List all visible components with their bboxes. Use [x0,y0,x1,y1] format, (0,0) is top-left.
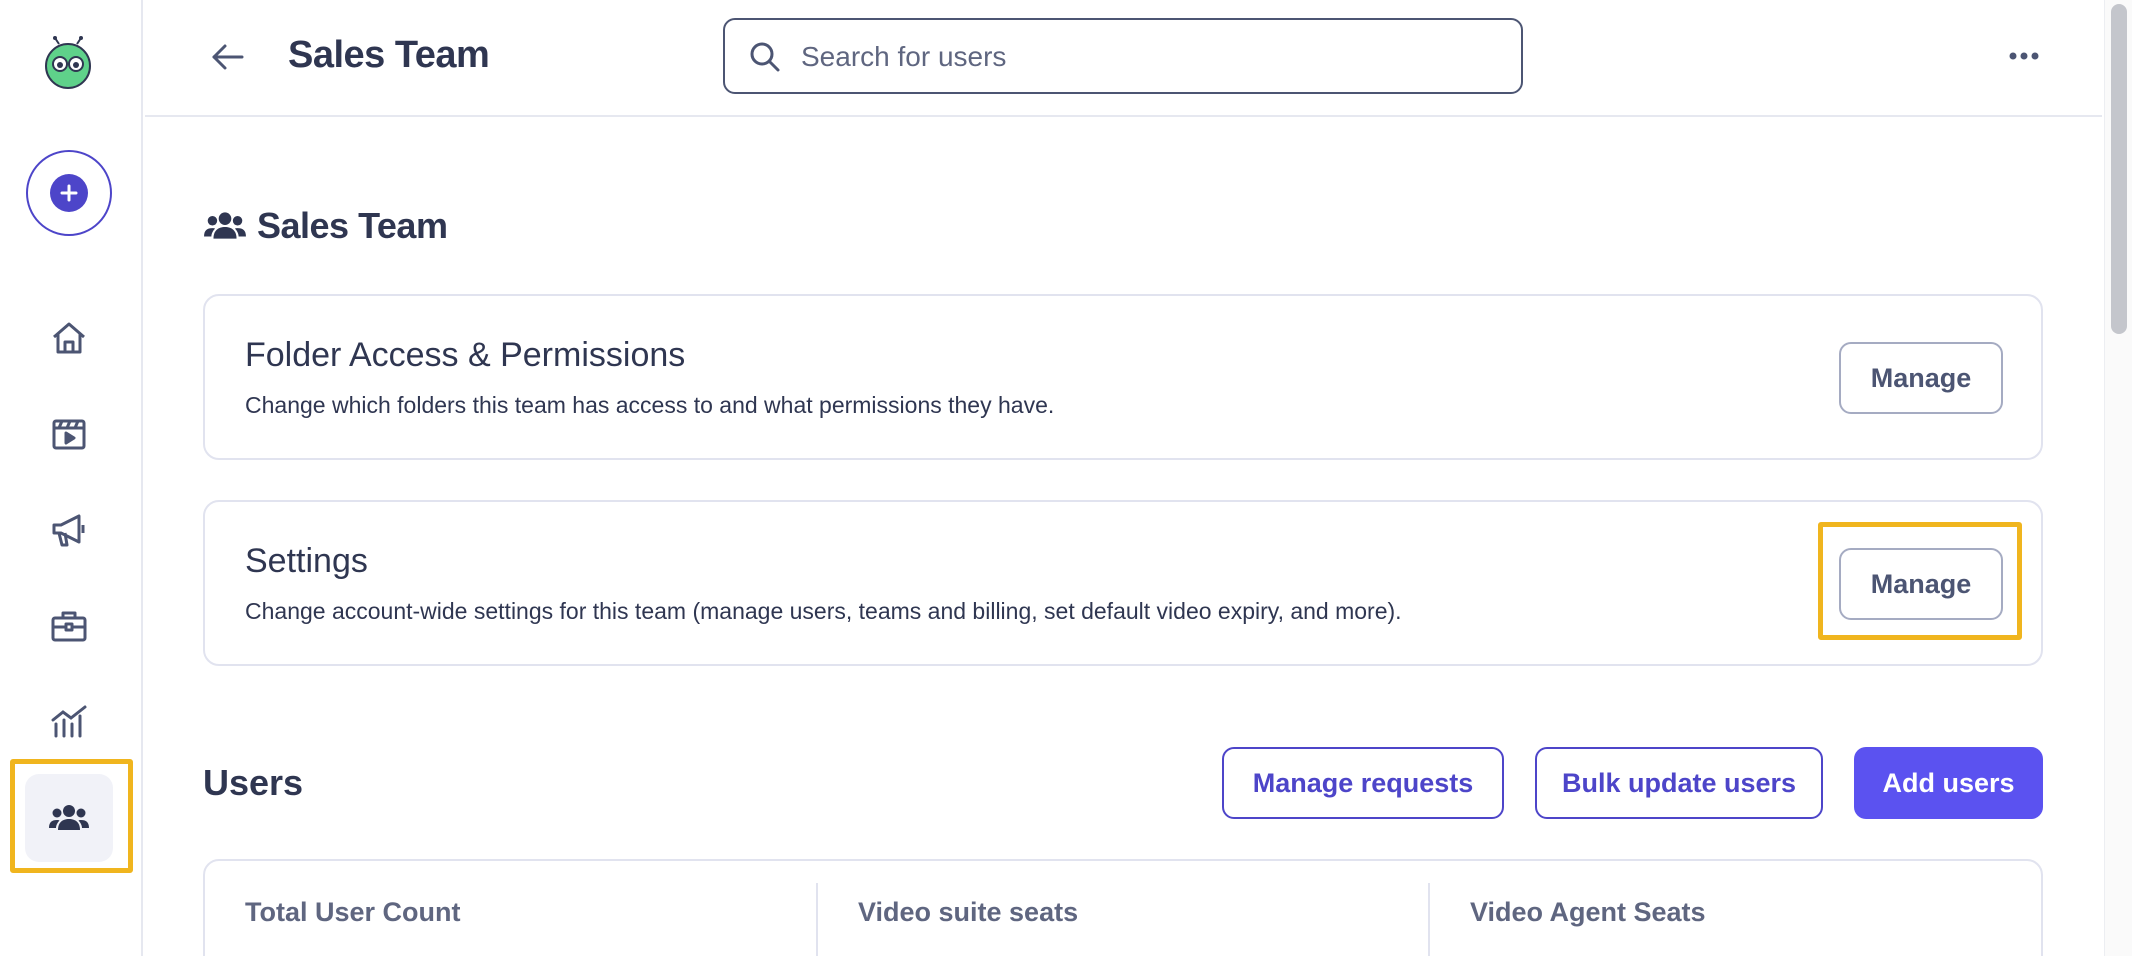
add-users-button[interactable]: Add users [1854,747,2043,819]
arrow-left-icon [212,44,244,70]
search-input[interactable] [801,30,1501,84]
sidebar-item-home[interactable] [25,294,113,382]
megaphone-icon [52,514,85,547]
page-title: Sales Team [288,34,490,76]
stat-divider [1428,883,1430,956]
card-description: Change account-wide settings for this te… [245,598,1402,624]
video-clapper-icon [52,419,86,450]
card-description: Change which folders this team has acces… [245,392,1055,418]
manage-settings-button[interactable]: Manage [1839,548,2003,620]
sidebar-item-business[interactable] [25,582,113,670]
sidebar-item-teams[interactable] [25,774,113,862]
card-title: Settings [245,542,368,580]
back-button[interactable] [205,34,251,80]
stat-divider [816,883,818,956]
users-icon [204,212,246,239]
user-stats-panel: Total User Count Video suite seats Video… [203,859,2043,956]
sidebar [0,0,143,956]
scrollbar[interactable] [2104,0,2132,956]
app-logo-icon[interactable] [41,36,95,90]
users-icon [49,805,89,830]
manage-requests-button[interactable]: Manage requests [1222,747,1504,819]
stat-video-agent-seats: Video Agent Seats [1470,897,1706,927]
bar-chart-icon [51,705,87,738]
stat-video-suite-seats: Video suite seats [858,897,1079,927]
create-button[interactable] [26,150,112,236]
more-options-button[interactable] [1997,36,2051,76]
folder-access-card: Folder Access & Permissions Change which… [203,294,2043,460]
bulk-update-users-button[interactable]: Bulk update users [1535,747,1823,819]
team-heading-text: Sales Team [257,205,448,246]
home-icon [53,322,85,354]
search-bar [723,18,1523,94]
sidebar-item-insights[interactable] [25,678,113,766]
briefcase-icon [51,611,87,642]
search-icon [750,42,780,72]
app-root: Sales Team Sales Team [0,0,2132,956]
manage-folder-access-button[interactable]: Manage [1839,342,2003,414]
scrollbar-thumb[interactable] [2111,4,2127,334]
users-section-title: Users [203,762,304,803]
stat-total-user-count: Total User Count [245,897,461,927]
card-title: Folder Access & Permissions [245,336,686,374]
top-bar: Sales Team [145,0,2102,117]
settings-card: Settings Change account-wide settings fo… [203,500,2043,666]
sidebar-item-campaigns[interactable] [25,486,113,574]
team-heading: Sales Team [203,205,448,247]
plus-icon [50,174,88,212]
sidebar-item-videos[interactable] [25,390,113,478]
ellipsis-icon [2009,52,2039,60]
